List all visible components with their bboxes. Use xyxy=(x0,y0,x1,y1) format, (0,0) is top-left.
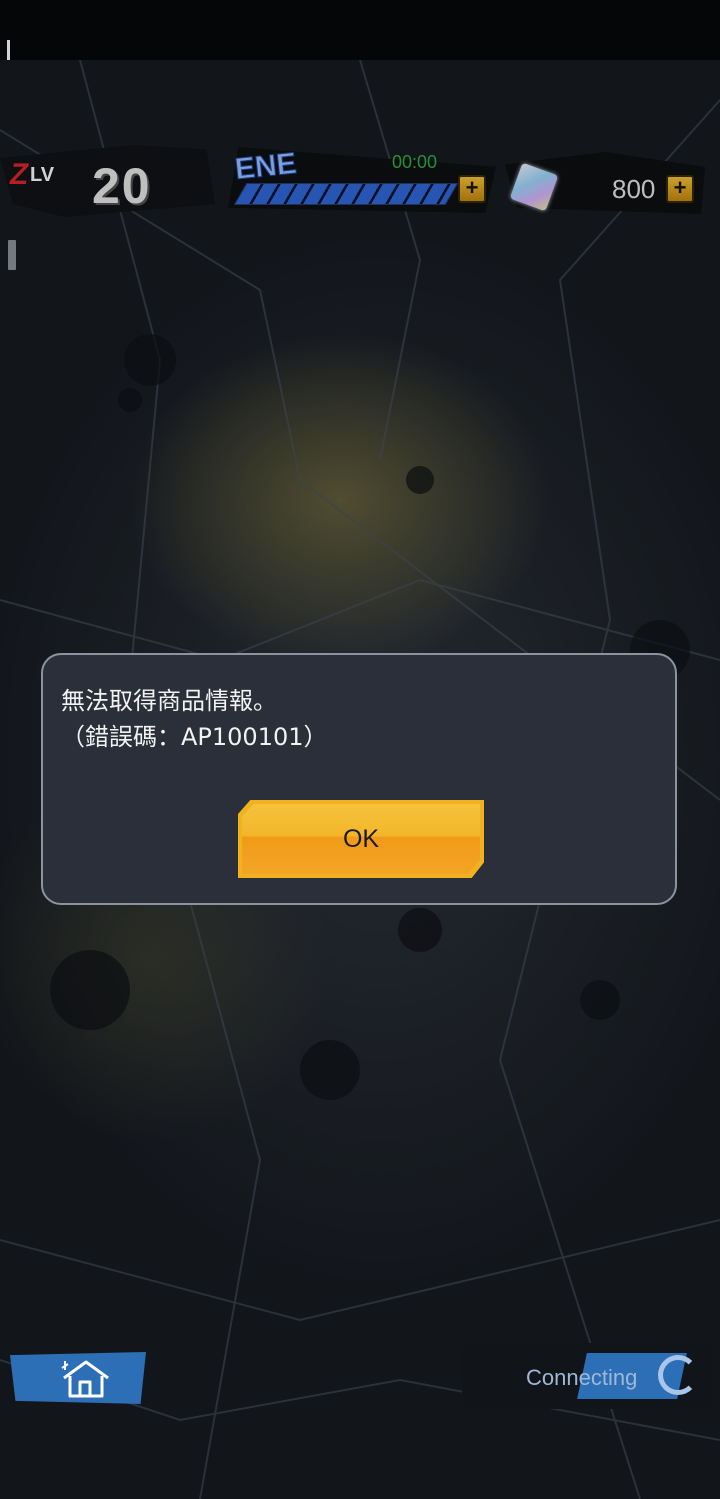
loading-spinner-icon xyxy=(658,1355,698,1395)
connecting-indicator: Connecting xyxy=(462,1343,712,1409)
error-dialog: 無法取得商品情報。 （錯誤碼：AP100101） OK xyxy=(41,653,677,905)
ok-button[interactable]: OK xyxy=(238,800,484,878)
home-icon xyxy=(61,1360,109,1398)
error-message: 無法取得商品情報。 xyxy=(61,687,277,715)
connecting-text: Connecting xyxy=(526,1365,638,1390)
status-bar xyxy=(0,0,720,98)
error-code: （錯誤碼：AP100101） xyxy=(61,723,328,751)
ok-button-label: OK xyxy=(342,825,380,853)
